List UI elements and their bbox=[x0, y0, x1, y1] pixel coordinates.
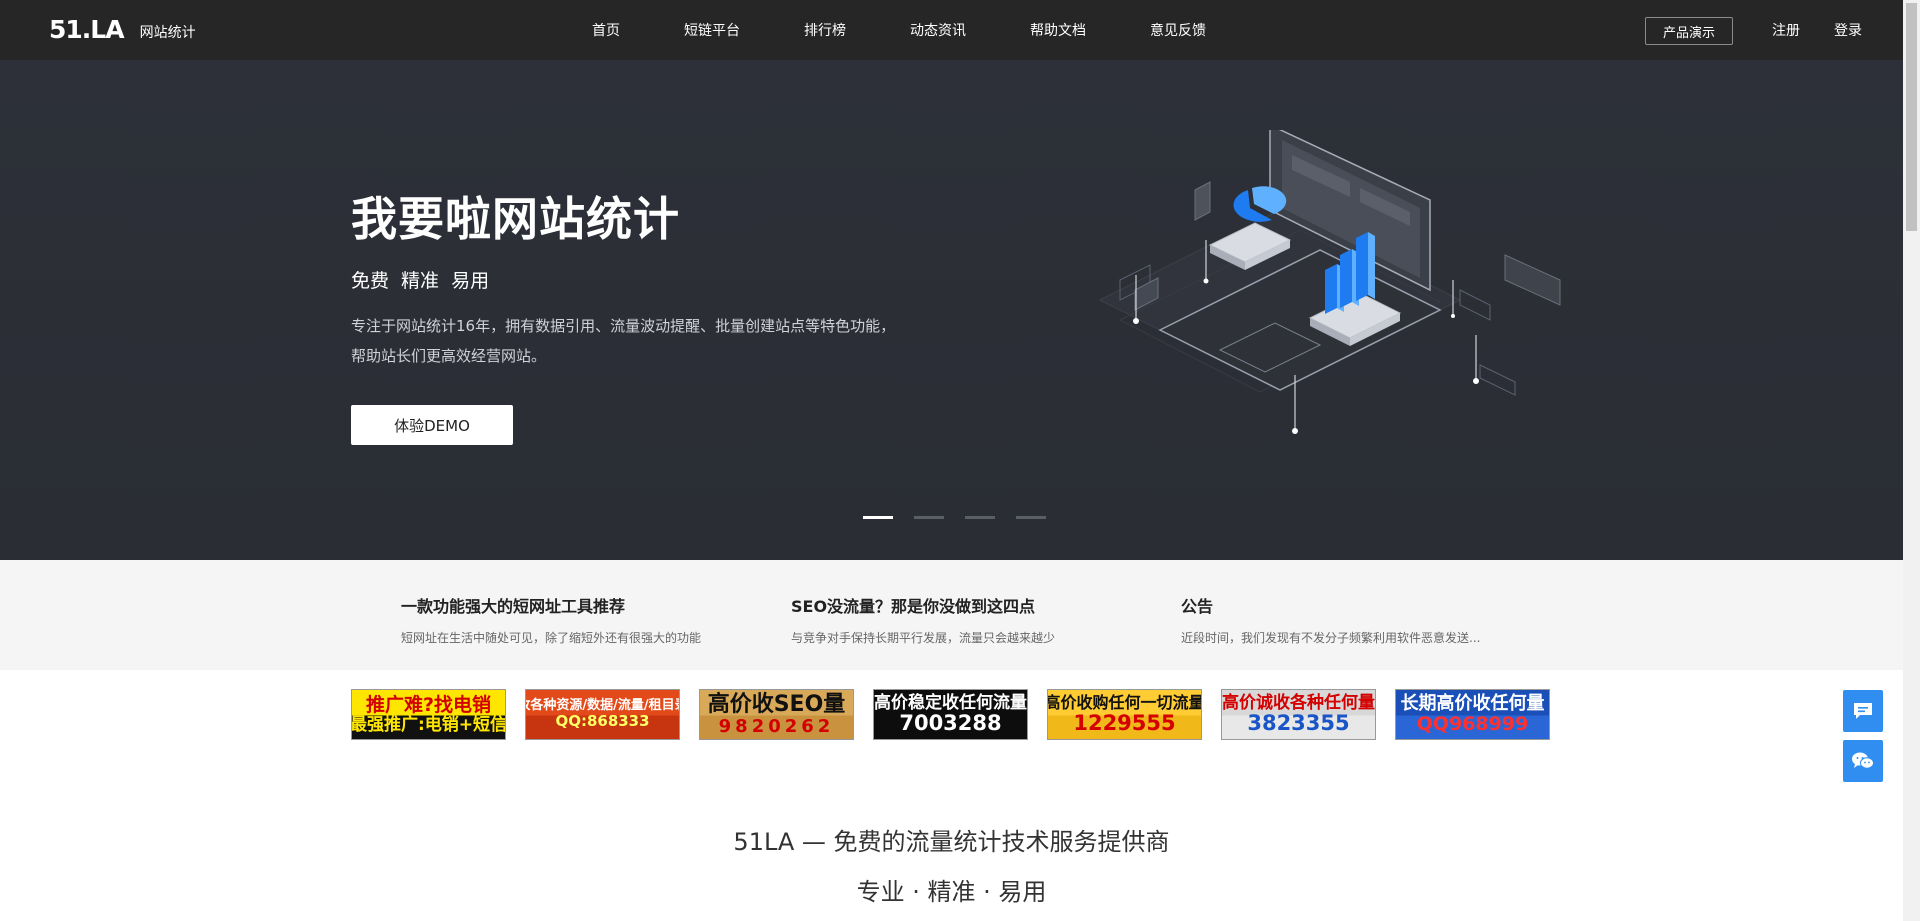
ad-line2: 1229555 bbox=[1073, 710, 1176, 735]
news-item[interactable]: 公告 近段时间，我们发现有不发分子频繁利用软件恶意发送... bbox=[1181, 593, 1541, 646]
menu-item-short-link[interactable]: 短链平台 bbox=[684, 20, 740, 40]
hero-desc-line1: 专注于网站统计16年，拥有数据引用、流量波动提醒、批量创建站点等特色功能， bbox=[351, 317, 896, 335]
news-description: 短网址在生活中随处可见，除了缩短外还有很强大的功能 bbox=[401, 631, 702, 645]
news-strip: 一款功能强大的短网址工具推荐 短网址在生活中随处可见，除了缩短外还有很强大的功能… bbox=[0, 560, 1903, 670]
news-title[interactable]: 公告 bbox=[1181, 593, 1541, 617]
online-chat-button[interactable] bbox=[1843, 690, 1883, 732]
section-subheading: 专业 · 精准 · 易用 bbox=[856, 878, 1047, 906]
scrollbar-thumb[interactable] bbox=[1906, 3, 1917, 231]
ad-banner[interactable]: 高价收SEO量 9820262 bbox=[699, 689, 854, 740]
ad-line1: 高价稳定收任何流量 bbox=[874, 692, 1027, 713]
ad-banner[interactable]: 推广难?找电销 最强推广:电销+短信 bbox=[351, 689, 506, 740]
news-title[interactable]: 一款功能强大的短网址工具推荐 bbox=[401, 593, 761, 617]
wechat-icon bbox=[1852, 752, 1874, 769]
menu-item-news[interactable]: 动态资讯 bbox=[910, 20, 966, 40]
wechat-button[interactable] bbox=[1843, 740, 1883, 782]
hero-subtitle: 免费 精准 易用 bbox=[351, 270, 490, 292]
ad-banner[interactable]: 高价稳定收任何流量 7003288 bbox=[873, 689, 1028, 740]
news-item[interactable]: 一款功能强大的短网址工具推荐 短网址在生活中随处可见，除了缩短外还有很强大的功能 bbox=[401, 593, 761, 646]
news-description: 与竞争对手保持长期平行发展，流量只会越来越少 bbox=[791, 631, 1056, 645]
ad-line1: 高价收购任何一切流量 bbox=[1047, 693, 1202, 713]
news-description: 近段时间，我们发现有不发分子频繁利用软件恶意发送... bbox=[1181, 631, 1481, 645]
ad-banner-row: 推广难?找电销 最强推广:电销+短信 收各种资源/数据/流量/租目录 QQ:8683… bbox=[351, 689, 1569, 740]
ad-line2: QQ968999 bbox=[1416, 712, 1529, 735]
carousel-dot-3[interactable] bbox=[965, 516, 995, 519]
register-link[interactable]: 注册 bbox=[1772, 20, 1800, 40]
analytics-illustration bbox=[1098, 130, 1561, 434]
ad-line1: 收各种资源/数据/流量/租目录 bbox=[525, 698, 680, 714]
try-demo-button[interactable]: 体验DEMO bbox=[351, 405, 513, 445]
news-item[interactable]: SEO没流量？那是你没做到这四点 与竞争对手保持长期平行发展，流量只会越来越少 bbox=[791, 593, 1151, 646]
ad-line2: 3823355 bbox=[1247, 711, 1350, 736]
menu-item-ranking[interactable]: 排行榜 bbox=[804, 20, 846, 40]
ad-line2: QQ:868333 bbox=[555, 712, 650, 731]
main-menu: 首页 短链平台 排行榜 动态资讯 帮助文档 意见反馈 bbox=[592, 0, 1206, 60]
page: 51.LA 网站统计 首页 短链平台 排行榜 动态资讯 帮助文档 意见反馈 产品… bbox=[0, 0, 1920, 921]
hero-banner: 我要啦网站统计 免费 精准 易用 专注于网站统计16年，拥有数据引用、流量波动提… bbox=[0, 60, 1903, 560]
ad-banner[interactable]: 高价诚收各种任何量 3823355 bbox=[1221, 689, 1376, 740]
ad-line2: 最强推广:电销+短信 bbox=[351, 714, 506, 735]
ad-banner[interactable]: 高价收购任何一切流量 1229555 bbox=[1047, 689, 1202, 740]
hero-description: 专注于网站统计16年，拥有数据引用、流量波动提醒、批量创建站点等特色功能， 帮助… bbox=[351, 311, 951, 371]
ad-line1: 高价收SEO量 bbox=[707, 691, 846, 717]
carousel-dot-4[interactable] bbox=[1016, 516, 1046, 519]
ad-banner[interactable]: 长期高价收任何量 QQ968999 bbox=[1395, 689, 1550, 740]
top-nav: 51.LA 网站统计 首页 短链平台 排行榜 动态资讯 帮助文档 意见反馈 产品… bbox=[0, 0, 1903, 60]
ad-banner[interactable]: 收各种资源/数据/流量/租目录 QQ:868333 bbox=[525, 689, 680, 740]
logo-text: 网站统计 bbox=[139, 25, 196, 41]
carousel-dot-1[interactable] bbox=[863, 516, 893, 519]
ad-line1: 高价诚收各种任何量 bbox=[1222, 692, 1375, 713]
logo-mark: 51.LA bbox=[49, 15, 125, 44]
hero-desc-line2: 帮助站长们更高效经营网站。 bbox=[351, 347, 547, 365]
menu-item-home[interactable]: 首页 bbox=[592, 20, 620, 40]
hero-title: 我要啦网站统计 bbox=[351, 192, 680, 246]
carousel-dots bbox=[863, 516, 1067, 519]
ad-line2: 7003288 bbox=[899, 711, 1002, 736]
ad-line1: 长期高价收任何量 bbox=[1400, 693, 1545, 715]
chat-icon bbox=[1854, 703, 1872, 719]
page-scrollbar[interactable] bbox=[1903, 0, 1920, 921]
news-title[interactable]: SEO没流量？那是你没做到这四点 bbox=[791, 593, 1151, 617]
section-heading: 51LA — 免费的流量统计技术服务提供商 bbox=[733, 828, 1170, 856]
carousel-dot-2[interactable] bbox=[914, 516, 944, 519]
ad-line2: 9820262 bbox=[718, 715, 835, 737]
logo[interactable]: 51.LA 网站统计 bbox=[49, 16, 196, 44]
menu-item-feedback[interactable]: 意见反馈 bbox=[1150, 20, 1206, 40]
product-demo-button[interactable]: 产品演示 bbox=[1645, 17, 1733, 45]
ad-line1: 推广难?找电销 bbox=[365, 693, 492, 716]
login-link[interactable]: 登录 bbox=[1834, 20, 1862, 40]
menu-item-help[interactable]: 帮助文档 bbox=[1030, 20, 1086, 40]
